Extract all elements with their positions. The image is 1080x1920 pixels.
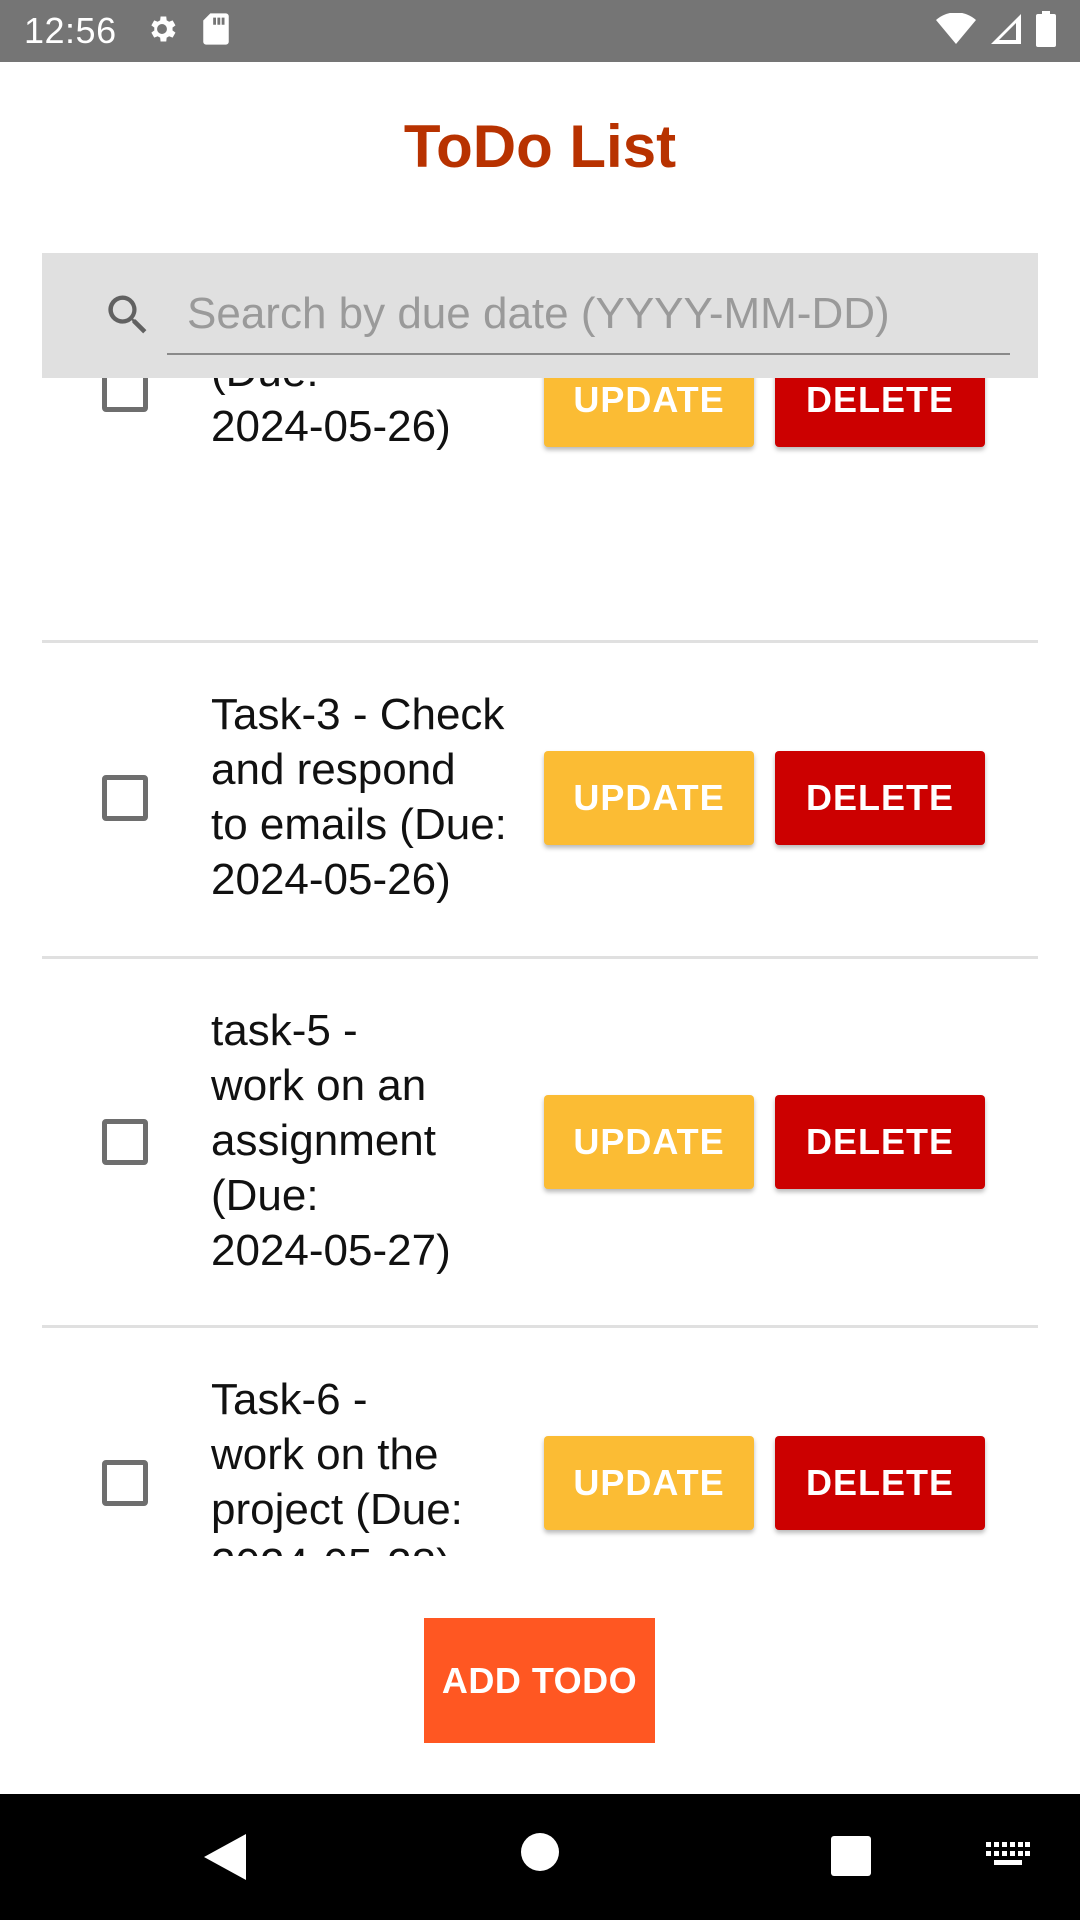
wifi-icon (936, 11, 976, 50)
sd-card-icon (201, 12, 231, 51)
keyboard-icon[interactable] (986, 1842, 1030, 1875)
navigation-bar (0, 1794, 1080, 1920)
task-checkbox[interactable] (102, 1460, 148, 1506)
task-list-content: presentation (Due: 2024-05-26) UPDATE DE… (42, 378, 1038, 1556)
delete-button[interactable]: DELETE (775, 751, 985, 845)
task-row: task-5 - work on an assignment (Due: 202… (42, 959, 1038, 1328)
update-button[interactable]: UPDATE (544, 751, 754, 845)
task-text: Task-3 - Check and respond to emails (Du… (211, 690, 507, 904)
back-icon[interactable] (204, 1834, 246, 1885)
delete-button[interactable]: DELETE (775, 1436, 985, 1530)
status-left-icons (145, 12, 231, 51)
search-bar (42, 253, 1038, 378)
task-text: presentation (Due: 2024-05-26) (211, 378, 451, 451)
task-text: task-5 - work on an assignment (Due: 202… (211, 1006, 451, 1275)
update-button[interactable]: UPDATE (544, 378, 754, 447)
delete-button[interactable]: DELETE (775, 1095, 985, 1189)
cell-signal-icon (990, 13, 1022, 50)
task-list[interactable]: presentation (Due: 2024-05-26) UPDATE DE… (42, 378, 1038, 1556)
screen: 12:56 ToDo List Search by due date (YYYY… (0, 0, 1080, 1920)
delete-button[interactable]: DELETE (775, 378, 985, 447)
task-checkbox[interactable] (102, 775, 148, 821)
update-button[interactable]: UPDATE (544, 1436, 754, 1530)
task-row: Task-3 - Check and respond to emails (Du… (42, 643, 1038, 959)
recents-icon[interactable] (831, 1836, 871, 1881)
battery-icon (1036, 10, 1056, 52)
task-row: Task-6 - work on the project (Due: 2024-… (42, 1328, 1038, 1556)
status-bar: 12:56 (0, 0, 1080, 62)
task-text: Task-6 - work on the project (Due: 2024-… (211, 1375, 463, 1556)
update-button[interactable]: UPDATE (544, 1095, 754, 1189)
search-icon (102, 289, 154, 346)
task-row: presentation (Due: 2024-05-26) UPDATE DE… (42, 378, 1038, 643)
search-input[interactable] (167, 275, 1010, 355)
status-time: 12:56 (24, 10, 117, 51)
task-checkbox[interactable] (102, 1119, 148, 1165)
add-todo-button[interactable]: ADD TODO (424, 1618, 655, 1743)
task-checkbox[interactable] (102, 378, 148, 412)
status-right-icons (936, 10, 1056, 52)
settings-icon (145, 12, 179, 51)
home-icon[interactable] (520, 1832, 560, 1877)
page-title: ToDo List (403, 113, 677, 180)
